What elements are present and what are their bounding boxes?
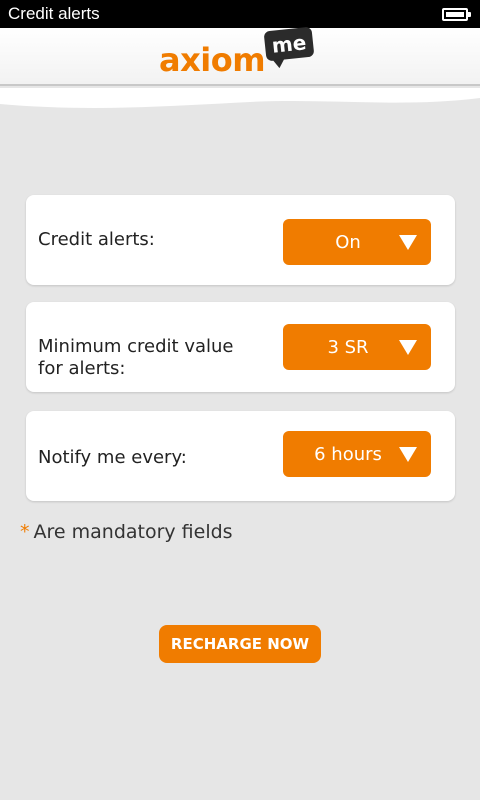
axiom-me-logo: axiom me (155, 26, 325, 85)
dropdown-arrow-icon (399, 234, 417, 250)
notify-frequency-card: Notify me every: 6 hours (26, 411, 455, 501)
credit-alerts-label: Credit alerts: (38, 229, 155, 250)
mandatory-fields-note: * Are mandatory fields (20, 521, 233, 543)
minimum-credit-value: 3 SR (327, 336, 369, 358)
minimum-credit-dropdown[interactable]: 3 SR (283, 324, 431, 370)
credit-alerts-card: Credit alerts: On (26, 195, 455, 285)
dropdown-arrow-icon (399, 339, 417, 355)
logo-speech-bubble: me (263, 26, 315, 62)
logo-text: axiom (159, 41, 266, 79)
credit-alerts-value: On (335, 231, 361, 253)
notify-frequency-label: Notify me every: (38, 447, 187, 468)
battery-icon (442, 7, 471, 21)
minimum-credit-card: Minimum credit value for alerts: 3 SR (26, 302, 455, 392)
mandatory-asterisk: * (20, 521, 30, 543)
minimum-credit-label: Minimum credit value for alerts: (38, 336, 234, 379)
app-header: axiom me (0, 26, 480, 86)
header-wave-decoration (0, 88, 480, 108)
notify-frequency-dropdown[interactable]: 6 hours (283, 431, 431, 477)
credit-alerts-dropdown[interactable]: On (283, 219, 431, 265)
notify-frequency-value: 6 hours (314, 443, 382, 465)
mandatory-text: Are mandatory fields (33, 521, 233, 543)
status-title: Credit alerts (8, 4, 100, 23)
recharge-now-button[interactable]: RECHARGE NOW (159, 625, 321, 663)
dropdown-arrow-icon (399, 446, 417, 462)
status-bar: Credit alerts (0, 0, 480, 28)
